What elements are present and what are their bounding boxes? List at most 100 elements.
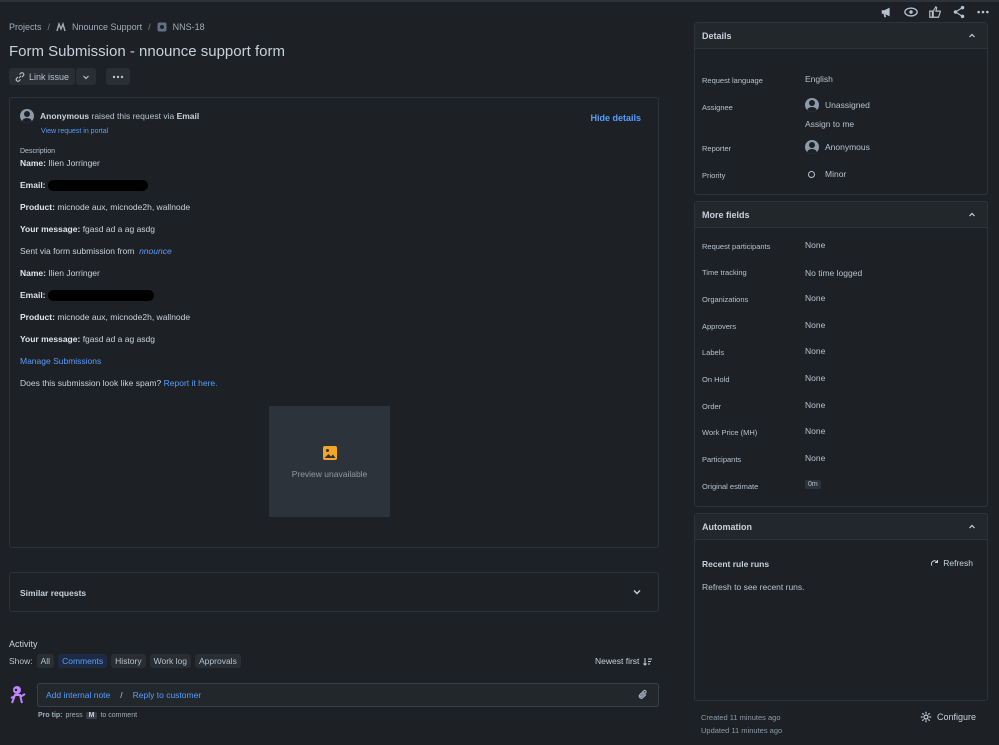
view-portal-link[interactable]: View request in portal (41, 128, 108, 135)
breadcrumb-separator: / (47, 22, 51, 32)
sort-order-button[interactable]: Newest first (595, 656, 653, 666)
more-options-button[interactable] (106, 68, 131, 85)
assign-to-me-link[interactable]: Assign to me (805, 119, 854, 129)
paperclip-icon[interactable] (637, 689, 649, 701)
product-label: Product: (20, 312, 55, 322)
sort-icon (643, 657, 653, 666)
refresh-button[interactable]: Refresh (930, 558, 973, 568)
watch-button[interactable] (903, 4, 919, 20)
product-line: Product: micnode aux, micnode2h, wallnod… (20, 312, 640, 334)
name-label: Name: (20, 268, 46, 278)
field-value[interactable]: None (805, 293, 825, 303)
original-estimate-tag: 0m (805, 480, 821, 489)
chevron-down-icon (633, 590, 641, 595)
top-border (0, 0, 999, 2)
gear-icon (920, 711, 932, 723)
vote-button[interactable] (927, 4, 943, 20)
link-issue-button[interactable]: Link issue (9, 68, 76, 85)
priority-value[interactable]: Minor (805, 169, 846, 179)
protip-label: Pro tip: (38, 712, 63, 719)
field-value[interactable]: None (805, 240, 825, 250)
filter-work-log[interactable]: Work log (149, 654, 192, 668)
field-label: Organizations (702, 295, 749, 304)
request-channel: Email (176, 111, 200, 121)
more-fields-header[interactable]: More fields (695, 202, 987, 228)
breadcrumb-issue-key[interactable]: NNS-18 (173, 22, 205, 32)
field-label: Work Price (MH) (702, 428, 758, 437)
issue-type-icon (157, 22, 167, 32)
similar-requests-label: Similar requests (20, 588, 87, 598)
field-value[interactable]: None (805, 400, 825, 410)
breadcrumb-project[interactable]: Nnounce Support (72, 22, 142, 32)
details-header[interactable]: Details (695, 23, 987, 49)
field-value[interactable]: None (805, 373, 825, 383)
message-value: fgasd ad a ag asdg (82, 224, 155, 234)
megaphone-icon (881, 7, 890, 18)
add-internal-note-button[interactable]: Add internal note (46, 690, 110, 700)
share-icon (953, 5, 965, 19)
message-line: Your message: fgasd ad a ag asdg (20, 334, 640, 356)
refresh-icon (931, 559, 939, 566)
field-value[interactable]: None (805, 320, 825, 330)
details-panel: Details Request language English Assigne… (694, 22, 988, 195)
attachment-preview[interactable]: Preview unavailable (269, 406, 390, 517)
message-label: Your message: (20, 334, 81, 344)
automation-header[interactable]: Automation (695, 514, 987, 540)
message-value: fgasd ad a ag asdg (82, 334, 155, 344)
similar-requests-section[interactable]: Similar requests (9, 572, 659, 612)
product-label: Product: (20, 202, 55, 212)
name-line: Name: Ilien Jorringer (20, 268, 640, 290)
sort-order-label: Newest first (595, 656, 640, 666)
field-value[interactable]: None (805, 453, 825, 463)
chevron-up-icon (969, 212, 975, 217)
sent-via-link[interactable]: nnounce (139, 246, 172, 256)
share-button[interactable] (951, 4, 967, 20)
comment-editor[interactable]: Add internal note / Reply to customer (37, 683, 659, 707)
description: Description Name: Ilien Jorringer Email:… (20, 148, 640, 400)
field-label: Original estimate (702, 482, 759, 491)
reporter-avatar (805, 140, 819, 154)
filter-all[interactable]: All (36, 654, 55, 668)
request-details-card: Anonymous raised this request via Email … (9, 97, 659, 548)
more-actions-button[interactable] (975, 4, 991, 20)
field-value[interactable]: None (805, 346, 825, 356)
filter-approvals[interactable]: Approvals (195, 654, 241, 668)
request-language-value[interactable]: English (805, 74, 833, 84)
hide-details-button[interactable]: Hide details (590, 113, 641, 123)
automation-title: Automation (702, 522, 752, 532)
product-value: micnode aux, micnode2h, wallnode (57, 312, 191, 322)
requester-avatar (20, 109, 34, 123)
requester-name[interactable]: Anonymous (40, 111, 89, 121)
configure-button[interactable]: Configure (920, 711, 976, 723)
field-value[interactable]: 0m (805, 480, 821, 489)
link-issue-dropdown[interactable] (76, 68, 97, 85)
field-value[interactable]: No time logged (805, 268, 862, 278)
recent-rule-runs-label: Recent rule runs (702, 559, 770, 569)
filter-history[interactable]: History (111, 654, 146, 668)
created-timestamp: Created 11 minutes ago (701, 713, 781, 722)
eye-icon (904, 7, 918, 17)
image-icon (322, 445, 337, 460)
field-value[interactable]: None (805, 426, 825, 436)
filter-comments[interactable]: Comments (58, 654, 108, 668)
manage-submissions-link[interactable]: Manage Submissions (20, 356, 101, 366)
feedback-button[interactable] (879, 4, 895, 20)
refresh-hint: Refresh to see recent runs. (702, 582, 805, 592)
spam-question: Does this submission look like spam? (20, 378, 162, 388)
reply-to-customer-button[interactable]: Reply to customer (133, 690, 202, 700)
reporter-name: Anonymous (825, 142, 870, 152)
details-title: Details (702, 31, 732, 41)
field-label: Labels (702, 348, 725, 357)
field-label: Time tracking (702, 268, 747, 277)
automation-panel: Automation Recent rule runs Refresh Refr… (694, 513, 988, 701)
reporter-value[interactable]: Anonymous (805, 140, 870, 154)
thumbs-up-icon (929, 5, 941, 18)
page-title[interactable]: Form Submission - nnounce support form (9, 43, 285, 60)
priority-name: Minor (825, 169, 847, 179)
assignee-value[interactable]: Unassigned (805, 98, 870, 112)
protip-press: press (65, 712, 83, 719)
sent-via-text: Sent via form submission from (20, 246, 135, 256)
more-fields-title: More fields (702, 210, 750, 220)
breadcrumb-projects[interactable]: Projects (9, 22, 42, 32)
report-spam-link[interactable]: Report it here. (164, 378, 218, 388)
